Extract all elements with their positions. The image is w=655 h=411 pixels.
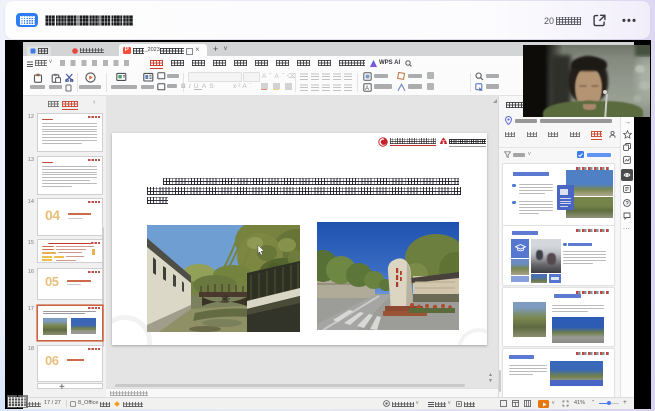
svg-text:A: A	[365, 85, 369, 91]
